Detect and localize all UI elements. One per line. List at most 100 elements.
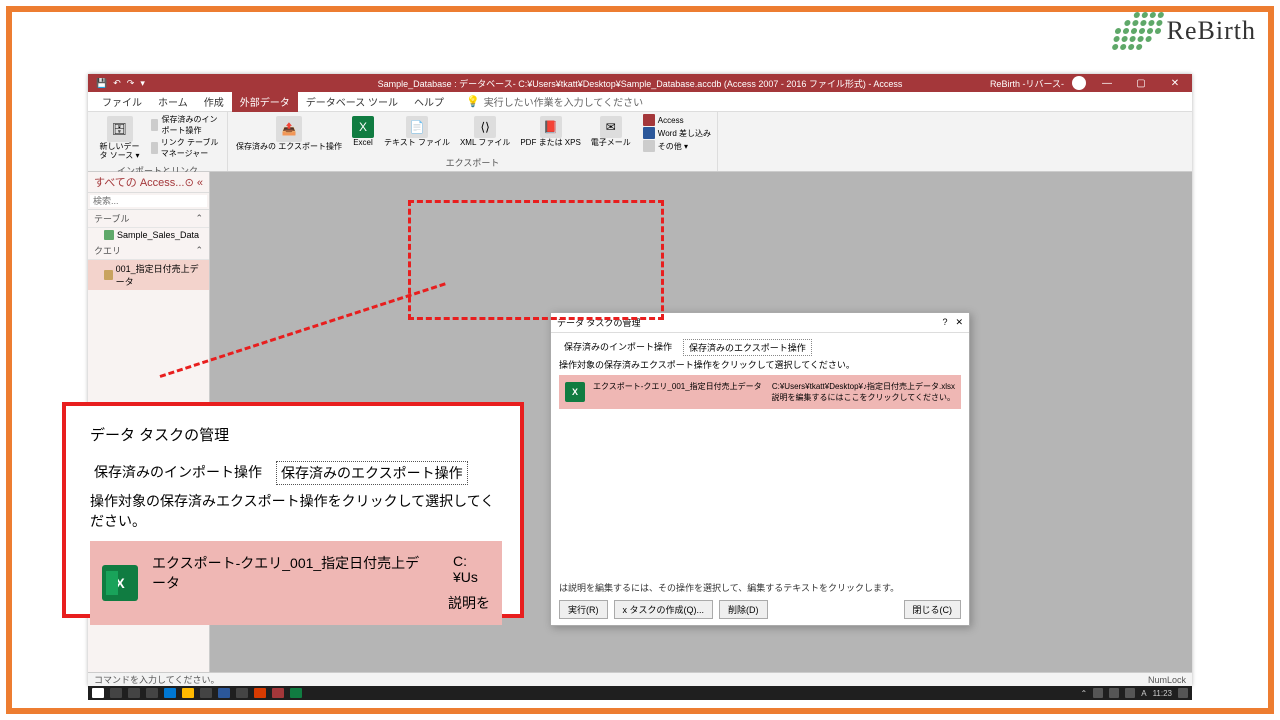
- link-table-manager-button[interactable]: リンク テーブル マネージャー: [151, 137, 221, 159]
- window-titlebar: 💾 ↶ ↷ ▾ Sample_Database : データベース- C:¥Use…: [88, 74, 1192, 92]
- taskbar-app-icon[interactable]: [182, 688, 194, 698]
- zoom-instruction: 操作対象の保存済みエクスポート操作をクリックして選択してください。: [90, 491, 502, 531]
- task-view-icon[interactable]: [128, 688, 140, 698]
- dialog-tab-import[interactable]: 保存済みのインポート操作: [559, 339, 677, 356]
- taskbar-app-icon[interactable]: [236, 688, 248, 698]
- export-word-button[interactable]: Word 差し込み: [643, 127, 711, 139]
- taskbar-app-icon[interactable]: [218, 688, 230, 698]
- redo-icon[interactable]: ↷: [127, 78, 135, 89]
- run-button[interactable]: 実行(R): [559, 600, 608, 619]
- zoom-export-row[interactable]: X エクスポート-クエリ_001_指定日付売上データ C:¥Us 説明を: [90, 541, 502, 625]
- taskbar-app-icon[interactable]: [290, 688, 302, 698]
- dialog-close-button[interactable]: ✕: [955, 317, 963, 328]
- window-title: Sample_Database : データベース- C:¥Users¥tkatt…: [378, 77, 903, 90]
- undo-icon[interactable]: ↶: [113, 78, 121, 89]
- dialog-help-button[interactable]: ?: [942, 317, 947, 328]
- import-icon: [151, 119, 158, 131]
- manage-data-tasks-dialog: データ タスクの管理 ? ✕ 保存済みのインポート操作 保存済みのエクスポート操…: [550, 312, 970, 626]
- quick-more-icon[interactable]: ▾: [140, 78, 145, 89]
- windows-taskbar[interactable]: ⌃ A 11:23: [88, 686, 1192, 700]
- minimize-button[interactable]: —: [1094, 74, 1120, 92]
- logo-text: ReBirth: [1167, 16, 1256, 46]
- query-icon: [104, 270, 113, 280]
- taskbar-app-icon[interactable]: [164, 688, 176, 698]
- tray-icon[interactable]: [1093, 688, 1103, 698]
- tray-chevron-icon[interactable]: ⌃: [1081, 689, 1088, 698]
- export-xml-button[interactable]: ⟨⟩XML ファイル: [458, 114, 512, 150]
- excel-icon: X: [352, 116, 374, 138]
- tab-help[interactable]: ヘルプ: [406, 91, 452, 112]
- tab-external-data[interactable]: 外部データ: [232, 91, 298, 112]
- close-dialog-button[interactable]: 閉じる(C): [904, 600, 962, 619]
- export-row-name: エクスポート-クエリ_001_指定日付売上データ: [593, 381, 762, 392]
- nav-item-table[interactable]: Sample_Sales_Data: [88, 228, 209, 242]
- create-task-button[interactable]: x タスクの作成(Q)...: [614, 600, 714, 619]
- zoom-row-desc: 説明を: [448, 595, 490, 611]
- xml-icon: ⟨⟩: [474, 116, 496, 138]
- taskbar-app-icon[interactable]: [254, 688, 266, 698]
- export-access-button[interactable]: Access: [643, 114, 711, 126]
- nav-pane-header[interactable]: すべての Access... ⊙ «: [88, 172, 209, 193]
- zoom-dialog-title: データ タスクの管理: [90, 424, 502, 445]
- saved-export-row[interactable]: X エクスポート-クエリ_001_指定日付売上データ C:¥Users¥tkat…: [559, 375, 961, 409]
- start-button[interactable]: [92, 688, 104, 698]
- nav-section-tables[interactable]: テーブル⌃: [88, 210, 209, 228]
- zoom-row-path: C:¥Us: [453, 553, 490, 593]
- ribbon-tabs: ファイル ホーム 作成 外部データ データベース ツール ヘルプ 💡 実行したい…: [88, 92, 1192, 112]
- text-file-icon: 📄: [406, 116, 428, 138]
- word-icon: [643, 127, 655, 139]
- tell-me-box[interactable]: 💡 実行したい作業を入力してください: [466, 94, 643, 109]
- more-icon: [643, 140, 655, 152]
- zoom-row-name: エクスポート-クエリ_001_指定日付売上データ: [152, 553, 433, 593]
- taskbar-app-icon[interactable]: [146, 688, 158, 698]
- quick-access-toolbar[interactable]: 💾 ↶ ↷ ▾: [88, 78, 153, 89]
- export-other-button[interactable]: その他 ▾: [643, 140, 711, 152]
- nav-section-queries[interactable]: クエリ⌃: [88, 242, 209, 260]
- save-icon[interactable]: 💾: [96, 78, 107, 89]
- excel-file-icon: X: [565, 382, 585, 402]
- export-excel-button[interactable]: XExcel: [350, 114, 376, 150]
- nav-search[interactable]: [88, 193, 209, 210]
- excel-file-icon: X: [102, 565, 138, 601]
- tab-file[interactable]: ファイル: [94, 91, 150, 112]
- saved-exports-button[interactable]: 📤保存済みの エクスポート操作: [234, 114, 344, 154]
- dialog-tab-export[interactable]: 保存済みのエクスポート操作: [683, 339, 812, 356]
- close-button[interactable]: ✕: [1162, 74, 1188, 92]
- tab-home[interactable]: ホーム: [150, 91, 196, 112]
- tab-create[interactable]: 作成: [196, 91, 232, 112]
- tray-network-icon[interactable]: [1109, 688, 1119, 698]
- delete-button[interactable]: 削除(D): [719, 600, 768, 619]
- export-email-button[interactable]: ✉電子メール: [589, 114, 633, 150]
- saved-imports-button[interactable]: 保存済みのインポート操作: [151, 114, 221, 136]
- zoom-tab-export[interactable]: 保存済みのエクスポート操作: [276, 461, 468, 485]
- dialog-instruction: 操作対象の保存済みエクスポート操作をクリックして選択してください。: [559, 358, 961, 371]
- zoom-tab-import[interactable]: 保存済みのインポート操作: [90, 461, 266, 485]
- taskbar-ime[interactable]: A: [1141, 689, 1146, 698]
- collapse-icon[interactable]: ⌃: [195, 213, 203, 224]
- export-pdf-button[interactable]: 📕PDF または XPS: [518, 114, 582, 150]
- export-text-button[interactable]: 📄テキスト ファイル: [382, 114, 452, 150]
- taskbar-clock[interactable]: 11:23: [1153, 689, 1172, 698]
- link-icon: [151, 142, 158, 154]
- new-data-source-button[interactable]: 🗄 新しいデー タ ソース ▾: [94, 114, 145, 163]
- action-center-icon[interactable]: [1178, 688, 1188, 698]
- user-avatar-icon[interactable]: [1072, 76, 1086, 90]
- chevron-down-icon[interactable]: ⊙ «: [185, 176, 203, 189]
- nav-search-input[interactable]: [90, 195, 207, 207]
- status-numlock: NumLock: [1148, 675, 1186, 685]
- maximize-button[interactable]: ▢: [1128, 74, 1154, 92]
- tab-db-tools[interactable]: データベース ツール: [298, 91, 406, 112]
- pdf-icon: 📕: [540, 116, 562, 138]
- taskbar-app-icon[interactable]: [200, 688, 212, 698]
- export-row-description: 説明を編集するにはここをクリックしてください。: [593, 392, 955, 403]
- tray-volume-icon[interactable]: [1125, 688, 1135, 698]
- nav-item-query[interactable]: 001_指定日付売上データ: [88, 260, 209, 290]
- dialog-hint: は説明を編集するには、その操作を選択して、編集するテキストをクリックします。: [559, 581, 961, 594]
- logo-dots-icon: [1111, 12, 1164, 50]
- taskbar-app-icon[interactable]: [272, 688, 284, 698]
- collapse-icon[interactable]: ⌃: [195, 245, 203, 256]
- search-icon[interactable]: [110, 688, 122, 698]
- status-left: コマンドを入力してください。: [94, 673, 219, 686]
- rebirth-logo: ReBirth: [1115, 12, 1256, 50]
- access-icon: [643, 114, 655, 126]
